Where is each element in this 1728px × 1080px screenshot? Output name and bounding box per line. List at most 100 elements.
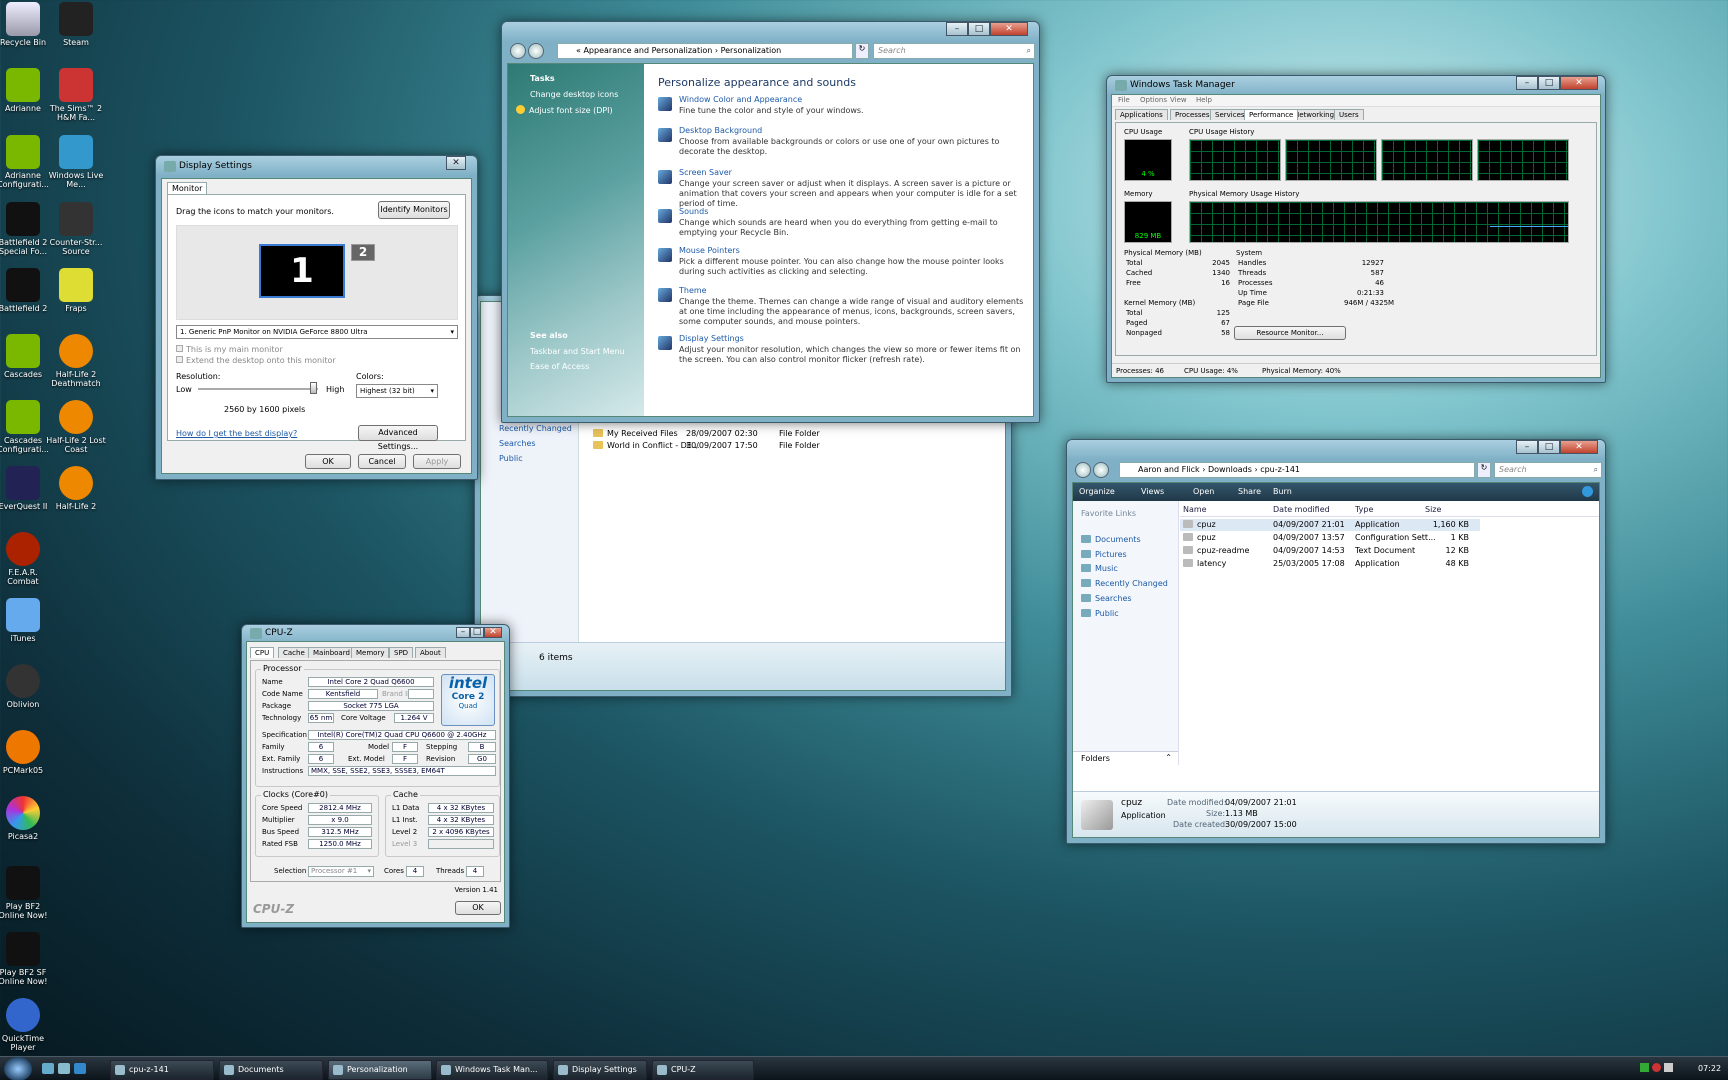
maximize-button[interactable]: □	[470, 627, 484, 638]
nav-public[interactable]: Public	[499, 454, 523, 463]
favorite-link[interactable]: Public	[1081, 608, 1119, 618]
taskbar-button[interactable]: CPU-Z	[652, 1060, 754, 1080]
taskbar-button[interactable]: Display Settings	[553, 1060, 647, 1080]
desktop-icon[interactable]: Half-Life 2 Lost Coast	[45, 400, 107, 454]
colors-select[interactable]: Highest (32 bit) ▾	[356, 384, 438, 398]
tab-about[interactable]: About	[415, 647, 446, 658]
refresh-icon[interactable]: ↻	[1477, 462, 1491, 478]
link-ease-of-access[interactable]: Ease of Access	[530, 362, 589, 371]
desktop-icon[interactable]: Half-Life 2	[45, 466, 107, 511]
menu-file[interactable]: File	[1118, 96, 1130, 104]
favorite-link[interactable]: Documents	[1081, 535, 1141, 544]
desktop-icon[interactable]: Half-Life 2 Deathmatch	[45, 334, 107, 388]
desktop-icon[interactable]: Fraps	[45, 268, 107, 313]
back-button[interactable]	[510, 43, 526, 59]
column-header[interactable]: Name	[1183, 505, 1207, 514]
desktop-icon[interactable]: PCMark05	[0, 730, 54, 775]
link-taskbar[interactable]: Taskbar and Start Menu	[530, 347, 625, 356]
task-change-desktop-icons[interactable]: Change desktop icons	[530, 90, 618, 99]
desktop-icon[interactable]: Oblivion	[0, 664, 54, 709]
maximize-button[interactable]: □	[1538, 440, 1560, 454]
desktop-icon[interactable]: Picasa2	[0, 796, 54, 841]
desktop-icon[interactable]: Counter-Str... Source	[45, 202, 107, 256]
personalization-link[interactable]: Window Color and Appearance	[679, 95, 802, 104]
list-item[interactable]: My Received Files	[593, 429, 678, 438]
toolbar-share[interactable]: Share	[1238, 487, 1261, 496]
monitor-select[interactable]: 1. Generic PnP Monitor on NVIDIA GeForce…	[176, 325, 458, 339]
close-button[interactable]: ✕	[484, 627, 502, 638]
start-button[interactable]	[4, 1057, 32, 1080]
network-icon[interactable]	[1640, 1063, 1649, 1072]
taskbar-button[interactable]: Personalization	[328, 1060, 432, 1080]
tab-cpu[interactable]: CPU	[250, 647, 275, 658]
ok-button[interactable]: OK	[305, 454, 351, 469]
resolution-slider[interactable]	[198, 388, 318, 390]
desktop-icon[interactable]: Play BF2 Online Now!	[0, 866, 54, 920]
tab-memory[interactable]: Memory	[351, 647, 390, 658]
search-input[interactable]: Search ⌕	[1494, 462, 1602, 478]
breadcrumb[interactable]: « Appearance and Personalization › Perso…	[557, 43, 853, 59]
favorite-link[interactable]: Pictures	[1081, 549, 1127, 559]
cancel-button[interactable]: Cancel	[358, 454, 406, 469]
maximize-button[interactable]: □	[1538, 76, 1560, 90]
clock[interactable]: 07:22	[1698, 1064, 1721, 1073]
favorite-link[interactable]: Music	[1081, 564, 1118, 573]
quick-launch-icon[interactable]	[42, 1063, 54, 1074]
tab-cache[interactable]: Cache	[278, 647, 310, 658]
tab-spd[interactable]: SPD	[389, 647, 414, 658]
personalization-link[interactable]: Desktop Background	[679, 126, 762, 135]
slider-thumb[interactable]	[310, 382, 317, 394]
toolbar-burn[interactable]: Burn	[1273, 487, 1292, 496]
volume-icon[interactable]	[1664, 1063, 1673, 1072]
monitor-1[interactable]: 1	[259, 244, 345, 298]
menu-help[interactable]: Help	[1196, 96, 1212, 104]
advanced-settings-button[interactable]: Advanced Settings...	[358, 425, 438, 451]
breadcrumb[interactable]: Aaron and Flick › Downloads › cpu-z-141	[1119, 462, 1475, 478]
column-header[interactable]: Type	[1355, 505, 1373, 514]
quick-launch-icon[interactable]	[58, 1063, 70, 1074]
personalization-link[interactable]: Screen Saver	[679, 168, 732, 177]
security-icon[interactable]	[1652, 1063, 1661, 1072]
taskbar-button[interactable]: cpu-z-141	[110, 1060, 214, 1080]
tab-users[interactable]: Users	[1334, 109, 1364, 120]
tab-processes[interactable]: Processes	[1170, 109, 1215, 120]
favorite-link[interactable]: Recently Changed	[1081, 579, 1168, 588]
ok-button[interactable]: OK	[455, 901, 501, 915]
back-button[interactable]	[1075, 462, 1091, 478]
desktop-icon[interactable]: F.E.A.R. Combat	[0, 532, 54, 586]
menu-view[interactable]: View	[1170, 96, 1187, 104]
title-bar[interactable]: – □ ✕	[507, 22, 1034, 44]
desktop-icon[interactable]: QuickTime Player	[0, 998, 54, 1052]
close-button[interactable]: ✕	[1560, 440, 1598, 454]
minimize-button[interactable]: –	[1516, 76, 1538, 90]
apply-button[interactable]: Apply	[413, 454, 461, 469]
identify-monitors-button[interactable]: Identify Monitors	[378, 201, 450, 219]
desktop-icon[interactable]: Steam	[45, 2, 107, 47]
title-bar[interactable]: Windows Task Manager – □ ✕	[1112, 76, 1600, 94]
personalization-link[interactable]: Mouse Pointers	[679, 246, 740, 255]
minimize-button[interactable]: –	[456, 627, 470, 638]
monitor-2[interactable]: 2	[351, 244, 375, 261]
extend-desktop-checkbox[interactable]: Extend the desktop onto this monitor	[176, 356, 336, 365]
main-monitor-checkbox[interactable]: This is my main monitor	[176, 345, 283, 354]
task-adjust-font-size[interactable]: Adjust font size (DPI)	[516, 105, 613, 115]
maximize-button[interactable]: □	[968, 22, 990, 36]
title-bar[interactable]: Display Settings ✕	[161, 156, 472, 178]
folders-toggle[interactable]: Folders ⌃	[1073, 751, 1178, 765]
column-header[interactable]: Size	[1425, 505, 1441, 514]
minimize-button[interactable]: –	[1516, 440, 1538, 454]
nav-searches[interactable]: Searches	[499, 439, 536, 448]
personalization-link[interactable]: Theme	[679, 286, 707, 295]
title-bar[interactable]: CPU-Z – □ ✕	[247, 625, 504, 641]
toolbar-organize[interactable]: Organize	[1079, 487, 1115, 496]
toolbar-open[interactable]: Open	[1193, 487, 1214, 496]
tab-mainboard[interactable]: Mainboard	[308, 647, 355, 658]
close-button[interactable]: ✕	[990, 22, 1028, 36]
menu-options[interactable]: Options	[1140, 96, 1167, 104]
tab-performance[interactable]: Performance	[1244, 109, 1299, 120]
taskbar-button[interactable]: Documents	[219, 1060, 323, 1080]
resource-monitor-button[interactable]: Resource Monitor...	[1234, 326, 1346, 340]
personalization-link[interactable]: Display Settings	[679, 334, 744, 343]
list-item[interactable]: World in Conflict - DE...	[593, 441, 699, 450]
quick-launch-icon[interactable]	[74, 1063, 86, 1074]
